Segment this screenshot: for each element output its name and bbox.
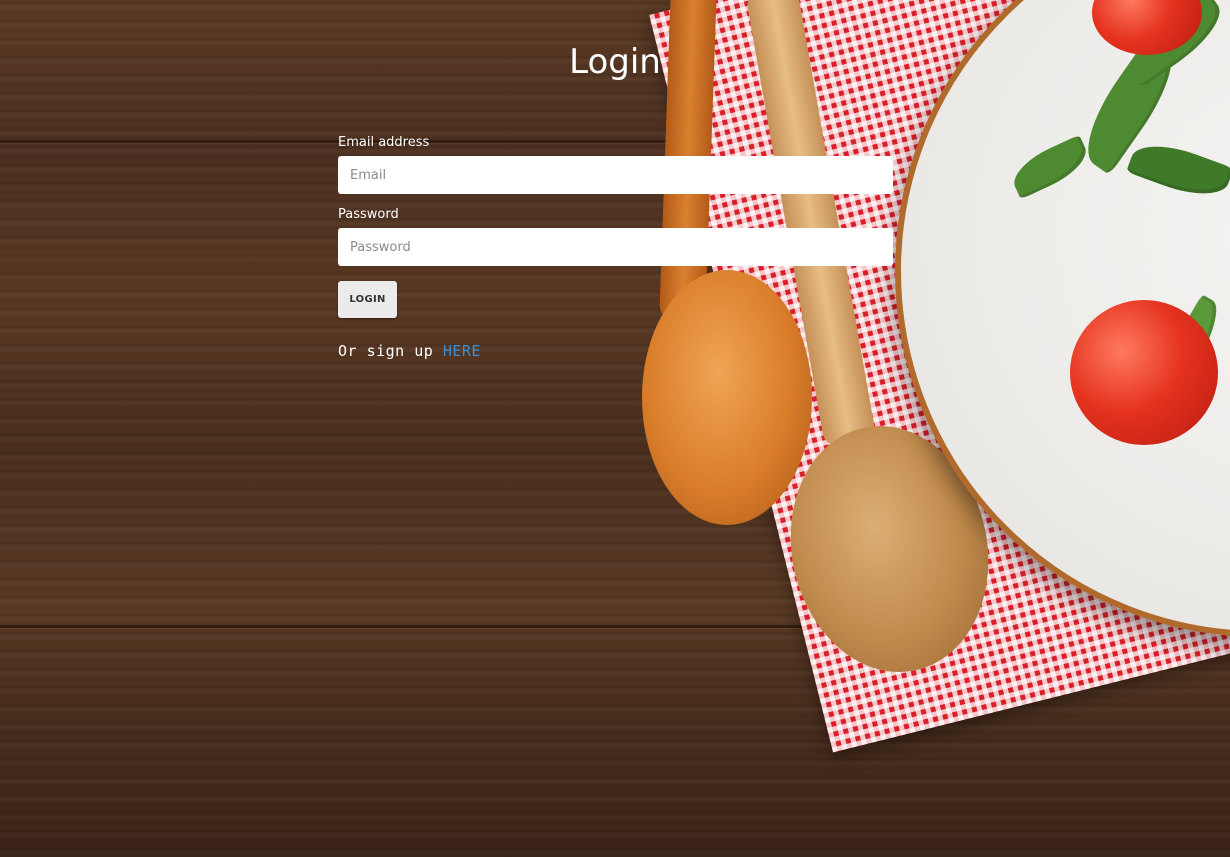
- email-label: Email address: [338, 135, 430, 150]
- page-title: Login: [569, 42, 661, 82]
- password-label: Password: [338, 207, 399, 222]
- tomato: [1070, 300, 1218, 445]
- password-group: Password: [338, 207, 893, 266]
- login-form: Email address Password LOGIN Or sign up …: [338, 133, 893, 360]
- password-field[interactable]: [338, 228, 893, 266]
- email-group: Email address: [338, 135, 893, 194]
- background-image: [0, 0, 1230, 857]
- login-button[interactable]: LOGIN: [338, 281, 397, 318]
- signup-prompt: Or sign up HERE: [338, 342, 893, 360]
- email-field[interactable]: [338, 156, 893, 194]
- signup-prefix-text: Or sign up: [338, 342, 443, 360]
- signup-link[interactable]: HERE: [443, 342, 481, 360]
